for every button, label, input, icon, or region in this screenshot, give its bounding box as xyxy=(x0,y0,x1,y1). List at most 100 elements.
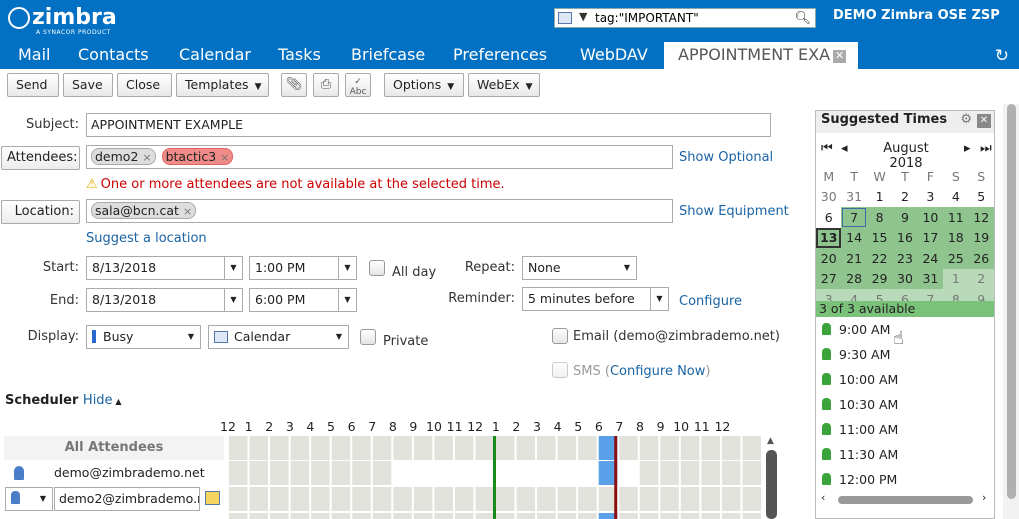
calendar-day[interactable]: 1 xyxy=(943,268,969,289)
save-button[interactable]: Save xyxy=(63,73,113,97)
start-date-input[interactable]: 8/13/2018 ▼ xyxy=(86,256,243,280)
show-optional-link[interactable]: Show Optional xyxy=(679,150,773,165)
repeat-select[interactable]: None ▼ xyxy=(522,256,637,280)
scroll-left-icon[interactable]: ‹ xyxy=(821,491,825,504)
calendar-day[interactable]: 30 xyxy=(892,268,918,289)
location-input[interactable]: sala@bcn.cat × xyxy=(86,199,673,223)
calendar-day[interactable]: 6 xyxy=(816,207,841,228)
configure-link[interactable]: Configure xyxy=(679,294,742,309)
calendar-day[interactable]: 9 xyxy=(892,207,918,228)
close-tab-icon[interactable]: ✕ xyxy=(833,50,847,63)
attach-icon[interactable]: 📎︎ xyxy=(281,73,307,97)
dropdown-arrow-icon[interactable]: ▼ xyxy=(338,289,356,311)
suggest-location-link[interactable]: Suggest a location xyxy=(86,231,207,246)
location-bubble[interactable]: sala@bcn.cat × xyxy=(91,202,197,219)
calendar-day[interactable]: 5 xyxy=(969,187,994,208)
suggested-time-slot[interactable]: 10:00 AM xyxy=(822,372,898,387)
calendar-day[interactable]: 14 xyxy=(841,227,867,248)
page-scrollbar[interactable] xyxy=(1003,104,1019,519)
display-select[interactable]: Busy ▼ xyxy=(86,325,201,349)
search-input[interactable]: ▼ tag:"IMPORTANT" 🔍︎ xyxy=(554,8,816,28)
collapse-icon[interactable]: ▲ xyxy=(113,397,121,406)
print-icon[interactable]: ⎙ xyxy=(313,73,339,97)
calendar-day[interactable]: 1 xyxy=(867,187,892,208)
calendar-day[interactable]: 27 xyxy=(816,268,842,289)
dropdown-arrow-icon[interactable]: ▼ xyxy=(224,289,242,311)
search-icon[interactable]: 🔍︎ xyxy=(794,11,811,26)
search-type-icon[interactable] xyxy=(558,12,572,24)
dropdown-arrow-icon[interactable]: ▼ xyxy=(338,257,356,279)
suggested-time-slot[interactable]: 10:30 AM xyxy=(822,397,898,412)
subject-input[interactable]: APPOINTMENT EXAMPLE xyxy=(86,113,771,137)
calendar-day[interactable]: 24 xyxy=(917,248,944,269)
calendar-day[interactable]: 13 xyxy=(816,227,842,248)
calendar-day[interactable]: 2 xyxy=(968,268,994,289)
search-value[interactable]: tag:"IMPORTANT" xyxy=(595,11,699,25)
tab-webdav[interactable]: WebDAV xyxy=(580,45,648,64)
close-button[interactable]: Close xyxy=(117,73,172,97)
all-day-checkbox[interactable] xyxy=(369,260,385,276)
suggested-time-slot[interactable]: 12:00 PM xyxy=(822,472,897,487)
next-month-icon[interactable]: ▸ xyxy=(964,141,971,156)
tab-briefcase[interactable]: Briefcase xyxy=(351,45,425,64)
calendar-day[interactable]: 31 xyxy=(917,268,944,289)
private-checkbox[interactable] xyxy=(360,329,376,345)
user-menu[interactable]: DEMO Zimbra OSE ZSP xyxy=(833,8,1000,23)
time-marker[interactable] xyxy=(614,436,618,519)
calendar-day[interactable]: 17 xyxy=(917,227,944,248)
end-time-input[interactable]: 6:00 PM ▼ xyxy=(249,288,357,312)
suggested-time-slot[interactable]: 9:30 AM xyxy=(822,347,890,362)
configure-now-link[interactable]: Configure Now xyxy=(610,364,705,379)
remove-icon[interactable]: × xyxy=(142,151,151,164)
scheduler-scrollbar[interactable]: ▲ xyxy=(764,436,780,519)
calendar-day[interactable]: 30 xyxy=(816,187,841,208)
hide-scheduler-link[interactable]: Hide xyxy=(83,393,113,408)
horizontal-scrollbar[interactable]: ‹ › xyxy=(816,491,994,507)
calendar-day[interactable]: 19 xyxy=(968,227,994,248)
calendar-day[interactable]: 26 xyxy=(968,248,994,269)
suggested-time-slot[interactable]: 11:30 AM xyxy=(822,447,898,462)
attendee-input[interactable]: demo2@zimbrademo.n xyxy=(54,487,200,511)
scroll-right-icon[interactable]: › xyxy=(982,491,986,504)
calendar-day[interactable]: 21 xyxy=(841,248,867,269)
calendar-day[interactable]: 2 xyxy=(892,187,917,208)
close-icon[interactable]: ✕ xyxy=(977,114,991,128)
calendar-day[interactable]: 20 xyxy=(816,248,842,269)
calendar-day[interactable]: 22 xyxy=(866,248,893,269)
calendar-day[interactable]: 10 xyxy=(917,207,944,228)
tab-preferences[interactable]: Preferences xyxy=(453,45,547,64)
calendar-day[interactable]: 28 xyxy=(841,268,867,289)
calendar-day[interactable]: 7 xyxy=(841,207,867,228)
webex-button[interactable]: WebEx ▼ xyxy=(468,73,540,97)
start-time-input[interactable]: 1:00 PM ▼ xyxy=(249,256,357,280)
prev-month-icon[interactable]: ◂ xyxy=(841,141,848,156)
tab-appointment[interactable]: APPOINTMENT EXA ✕ xyxy=(664,42,859,69)
calendar-day[interactable]: 3 xyxy=(918,187,943,208)
suggested-time-slot[interactable]: 9:00 AM xyxy=(822,322,890,337)
dropdown-arrow-icon[interactable]: ▼ xyxy=(650,288,668,310)
tab-tasks[interactable]: Tasks xyxy=(278,45,321,64)
options-button[interactable]: Options ▼ xyxy=(384,73,464,97)
time-marker[interactable] xyxy=(493,436,496,519)
scrollbar-thumb[interactable] xyxy=(1007,104,1016,499)
tab-contacts[interactable]: Contacts xyxy=(78,45,149,64)
dropdown-arrow-icon[interactable]: ▼ xyxy=(224,257,242,279)
gear-icon[interactable]: ⚙ xyxy=(960,112,972,127)
calendar-day[interactable]: 8 xyxy=(866,207,893,228)
end-date-input[interactable]: 8/13/2018 ▼ xyxy=(86,288,243,312)
sms-notify-checkbox[interactable] xyxy=(552,362,568,378)
conflict-calendar-icon[interactable] xyxy=(205,491,220,505)
zimbra-logo[interactable]: zimbra A SYNACOR PRODUCT xyxy=(8,5,117,36)
templates-button[interactable]: Templates ▼ xyxy=(176,73,269,97)
attendee-bubble-conflict[interactable]: btactic3 × xyxy=(161,148,234,165)
attendee-type-select[interactable]: ▼ xyxy=(5,487,53,511)
scrollbar-thumb[interactable] xyxy=(766,450,777,519)
attendees-input[interactable]: demo2 × btactic3 × xyxy=(86,145,673,169)
remove-icon[interactable]: × xyxy=(183,205,192,218)
attendees-button[interactable]: Attendees: xyxy=(1,146,80,170)
scrollbar-thumb[interactable] xyxy=(838,496,973,504)
calendar-day[interactable]: 4 xyxy=(943,187,968,208)
location-button[interactable]: Location: xyxy=(1,200,80,224)
scroll-up-icon[interactable]: ▲ xyxy=(767,436,774,446)
calendar-day[interactable]: 11 xyxy=(943,207,969,228)
